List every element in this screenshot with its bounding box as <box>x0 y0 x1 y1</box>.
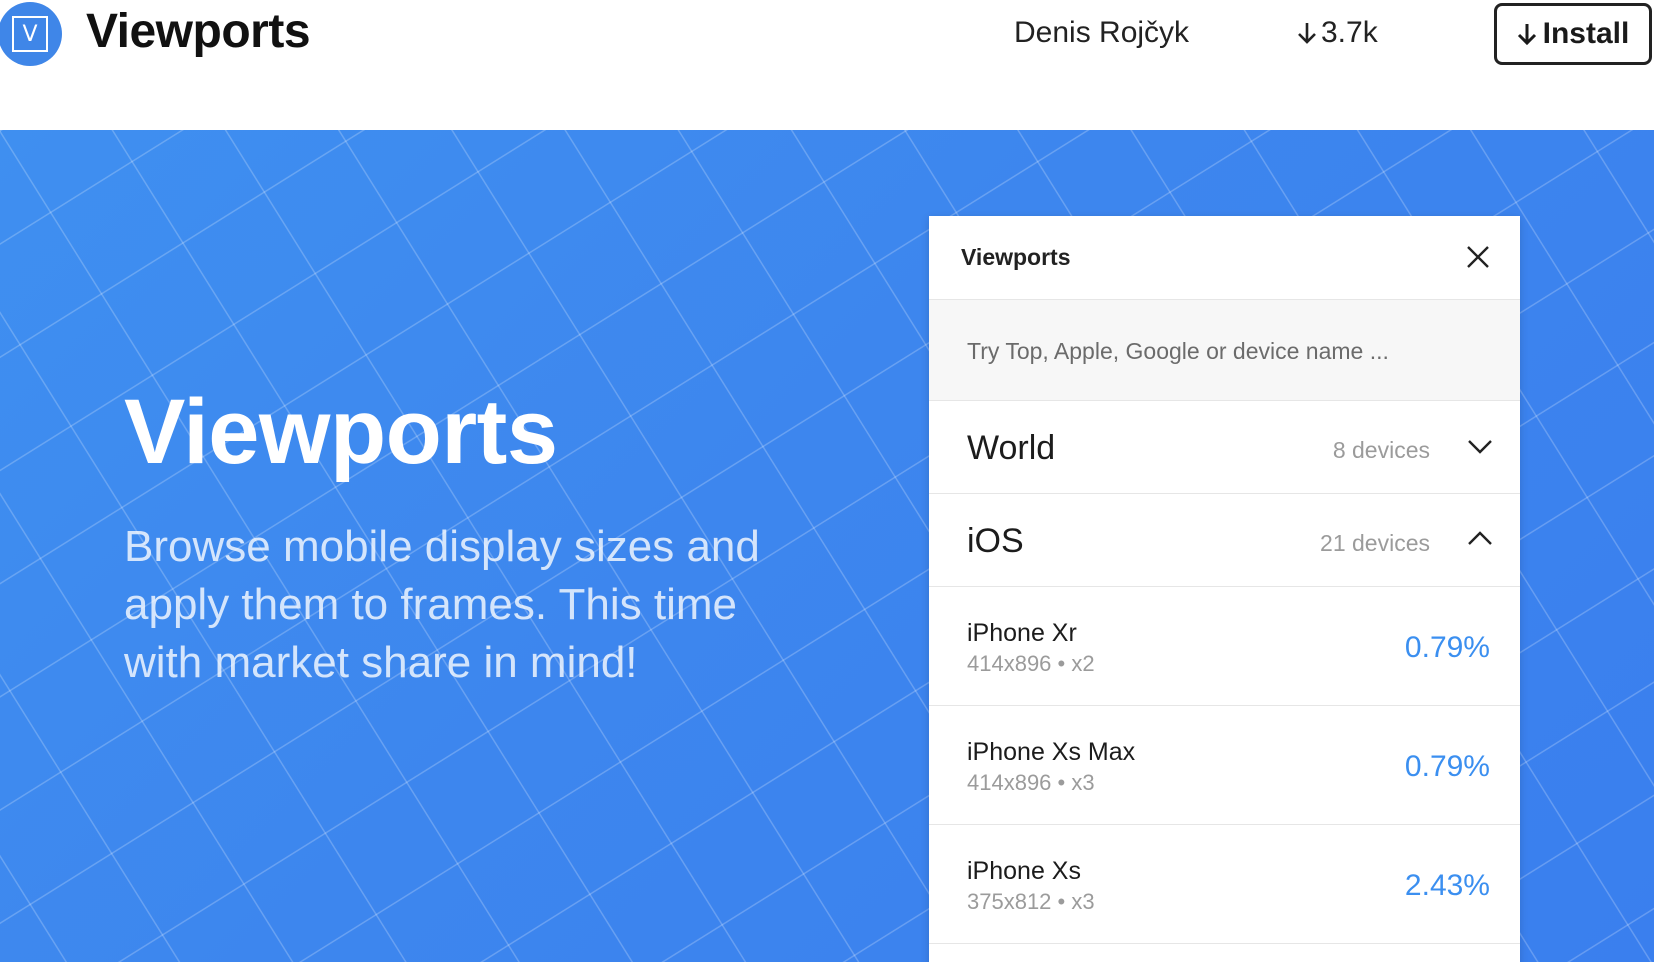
device-spec: 414x896 • x2 <box>967 651 1095 676</box>
device-row[interactable]: iPhone Xr 414x896 • x2 0.79% <box>929 587 1520 706</box>
hero-banner: Viewports Browse mobile display sizes an… <box>0 130 1654 962</box>
plugin-logo: V <box>0 2 62 66</box>
install-button-label: Install <box>1542 17 1630 50</box>
chevron-up-icon <box>1468 531 1492 545</box>
search-input[interactable] <box>965 334 1489 368</box>
device-name: iPhone Xs <box>967 857 1081 885</box>
install-button[interactable]: Install <box>1494 3 1652 65</box>
top-bar: V Viewports Denis Rojčyk 3.7k Install <box>0 0 1654 130</box>
device-row[interactable]: iPhone Xs 375x812 • x3 2.43% <box>929 825 1520 944</box>
group-name: World <box>967 429 1056 467</box>
author-name[interactable]: Denis Rojčyk <box>1014 16 1189 50</box>
device-spec: 414x896 • x3 <box>967 770 1095 795</box>
device-spec: 375x812 • x3 <box>967 889 1095 914</box>
panel-header: Viewports <box>929 216 1520 300</box>
download-arrow-icon <box>1298 23 1316 44</box>
viewports-panel: Viewports World 8 devices iOS 21 devices… <box>929 216 1520 962</box>
logo-letter: V <box>12 16 48 52</box>
device-name: iPhone Xr <box>967 619 1077 647</box>
panel-title: Viewports <box>961 244 1071 270</box>
download-count-value: 3.7k <box>1321 16 1378 49</box>
group-world[interactable]: World 8 devices <box>929 401 1520 494</box>
download-count: 3.7k <box>1297 16 1378 50</box>
device-market-share: 2.43% <box>1404 869 1490 902</box>
device-name: iPhone Xs Max <box>967 738 1136 766</box>
hero-title: Viewports <box>124 381 558 483</box>
device-row[interactable]: iPhone Xs Max 414x896 • x3 0.79% <box>929 706 1520 825</box>
plugin-title: Viewports <box>86 5 311 58</box>
group-count: 21 devices <box>1320 530 1430 556</box>
hero-subtitle: Browse mobile display sizes and apply th… <box>124 522 760 687</box>
group-ios[interactable]: iOS 21 devices <box>929 494 1520 587</box>
group-count: 8 devices <box>1332 437 1430 463</box>
search-bar <box>929 300 1520 401</box>
device-market-share: 0.79% <box>1404 631 1490 664</box>
device-market-share: 0.79% <box>1404 750 1490 783</box>
group-name: iOS <box>967 522 1024 560</box>
download-arrow-icon <box>1517 24 1536 46</box>
close-icon[interactable] <box>1463 242 1493 272</box>
chevron-down-icon <box>1468 440 1492 454</box>
